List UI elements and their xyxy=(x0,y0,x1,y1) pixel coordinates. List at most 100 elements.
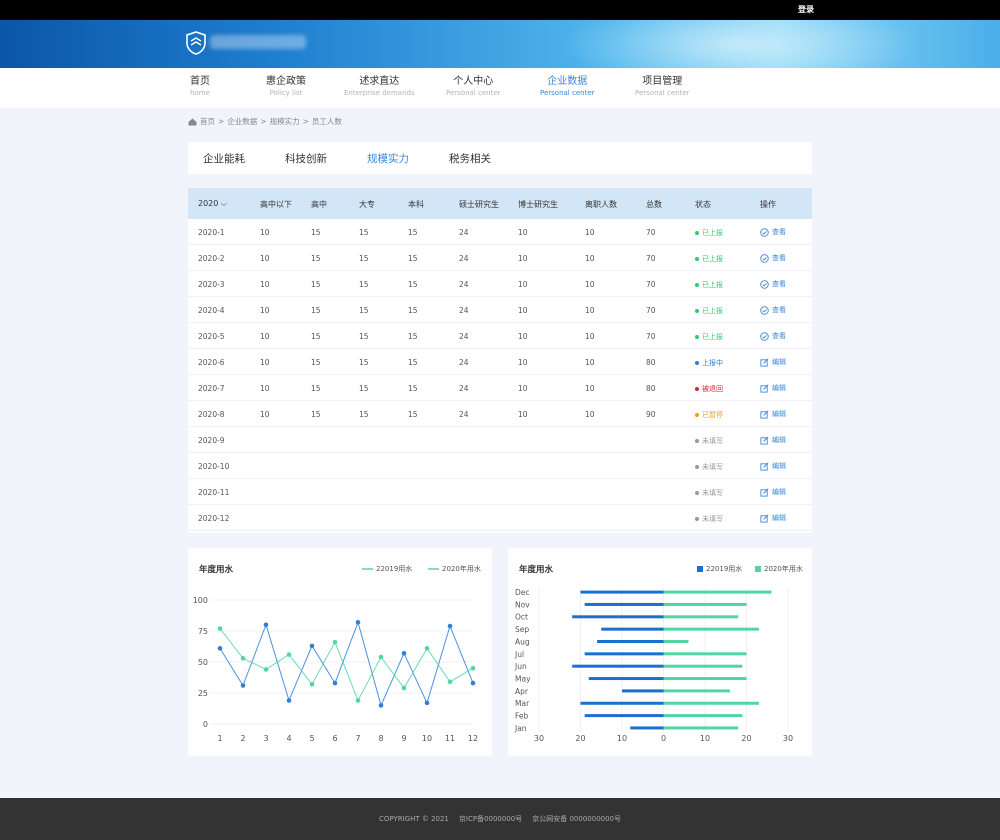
action-label: 查看 xyxy=(772,306,786,314)
value-cell: 10 xyxy=(518,332,528,341)
x-tick-label: 10 xyxy=(422,734,432,743)
year-select[interactable]: 2020 ⌵ xyxy=(198,199,227,209)
edit-button[interactable]: 编辑 xyxy=(760,357,786,367)
police-link[interactable]: 京公网安备 0000000000号 xyxy=(532,814,621,824)
data-point xyxy=(470,680,476,686)
status-dot-icon xyxy=(695,361,699,365)
status-dot-icon xyxy=(695,517,699,521)
x-tick-label: 20 xyxy=(741,734,751,743)
x-tick-label: 20 xyxy=(575,734,585,743)
edit-button[interactable]: 编辑 xyxy=(760,409,786,419)
edit-button[interactable]: 编辑 xyxy=(760,513,786,523)
category-tabs: 企业能耗 科技创新 规模实力 税务相关 xyxy=(188,142,812,174)
bar xyxy=(663,714,743,718)
data-point xyxy=(263,622,269,628)
data-point xyxy=(309,682,315,687)
value-cell: 15 xyxy=(359,358,369,367)
nav-item[interactable]: 述求直达 Enterprise demands xyxy=(344,76,415,98)
status-badge: 已上报 xyxy=(695,254,723,264)
value-cell: 10 xyxy=(260,332,270,341)
edit-icon xyxy=(760,488,769,497)
value-cell: 15 xyxy=(311,228,321,237)
table-row: 2020-3 10 15 15 15 24 10 10 70 已上报 查看 xyxy=(188,271,812,297)
col-header: 大专 xyxy=(359,200,375,209)
tab-scale[interactable]: 规模实力 xyxy=(367,151,409,166)
status-label: 未填写 xyxy=(702,437,723,445)
shield-logo-icon xyxy=(186,31,206,55)
data-point xyxy=(401,651,407,656)
breadcrumb-item[interactable]: 规模实力 xyxy=(270,116,300,127)
value-cell: 24 xyxy=(459,306,469,315)
bar xyxy=(663,627,759,631)
bar xyxy=(663,689,730,693)
x-tick-label: 2 xyxy=(240,734,245,743)
nav-item-label: 个人中心 xyxy=(453,76,494,87)
data-point xyxy=(470,665,476,671)
month-cell: 2020-1 xyxy=(198,228,225,237)
view-button[interactable]: 查看 xyxy=(760,227,786,237)
icp-link[interactable]: 京ICP备0000000号 xyxy=(459,814,522,824)
edit-button[interactable]: 编辑 xyxy=(760,383,786,393)
view-button[interactable]: 查看 xyxy=(760,331,786,341)
nav-item[interactable]: 企业数据 Personal center xyxy=(540,76,595,98)
table-row: 2020-12 未填写 编辑 xyxy=(188,505,812,531)
tab-tax[interactable]: 税务相关 xyxy=(449,151,491,166)
month-cell: 2020-10 xyxy=(198,462,230,471)
x-tick-label: 10 xyxy=(700,734,710,743)
footer: COPYRIGHT © 2021 京ICP备0000000号 京公网安备 000… xyxy=(0,798,1000,840)
nav-item[interactable]: 惠企政策 Policy list xyxy=(266,76,306,98)
view-button[interactable]: 查看 xyxy=(760,279,786,289)
view-button[interactable]: 查看 xyxy=(760,305,786,315)
value-cell: 10 xyxy=(260,280,270,289)
value-cell: 10 xyxy=(518,358,528,367)
edit-button[interactable]: 编辑 xyxy=(760,487,786,497)
view-button[interactable]: 查看 xyxy=(760,253,786,263)
nav-item[interactable]: 项目管理 Personal center xyxy=(635,76,690,98)
chevron-down-icon: ⌵ xyxy=(220,199,227,208)
month-cell: 2020-3 xyxy=(198,280,225,289)
check-circle-icon xyxy=(760,305,769,315)
bar xyxy=(588,677,664,681)
value-cell: 24 xyxy=(459,228,469,237)
value-cell: 15 xyxy=(311,254,321,263)
table-row: 2020-1 10 15 15 15 24 10 10 70 已上报 查看 xyxy=(188,219,812,245)
tab-energy[interactable]: 企业能耗 xyxy=(203,151,245,166)
value-cell: 70 xyxy=(646,332,656,341)
data-point xyxy=(332,639,338,645)
status-badge: 未填写 xyxy=(695,488,723,498)
value-cell: 70 xyxy=(646,254,656,263)
login-link[interactable]: 登录 xyxy=(798,4,814,15)
edit-button[interactable]: 编辑 xyxy=(760,461,786,471)
tab-innovation[interactable]: 科技创新 xyxy=(285,151,327,166)
table-row: 2020-11 未填写 编辑 xyxy=(188,479,812,505)
status-label: 已上报 xyxy=(702,281,723,289)
nav-item[interactable]: 首页 home xyxy=(190,76,210,98)
status-label: 已上报 xyxy=(702,255,723,263)
col-header: 博士研究生 xyxy=(518,200,558,209)
table-row: 2020-10 未填写 编辑 xyxy=(188,453,812,479)
value-cell: 10 xyxy=(585,228,595,237)
value-cell: 10 xyxy=(518,306,528,315)
breadcrumb-item[interactable]: 企业数据 xyxy=(227,116,257,127)
value-cell: 80 xyxy=(646,358,656,367)
x-tick-label: 4 xyxy=(286,734,291,743)
breadcrumb-item[interactable]: 首页 xyxy=(200,116,215,127)
table-row: 2020-9 未填写 编辑 xyxy=(188,427,812,453)
value-cell: 15 xyxy=(359,306,369,315)
nav-item[interactable]: 个人中心 Personal center xyxy=(446,76,501,98)
edit-button[interactable]: 编辑 xyxy=(760,435,786,445)
data-point xyxy=(263,667,269,672)
edit-icon xyxy=(760,436,769,445)
bar-chart: 30 20 10 0 10 20 30 Dec Nov Oct Sep Aug Jul Jun May Apr… xyxy=(514,588,793,743)
bar xyxy=(663,602,747,606)
status-label: 已上报 xyxy=(702,229,723,237)
y-tick-label: 50 xyxy=(198,658,208,667)
month-cell: 2020-12 xyxy=(198,514,230,523)
bar xyxy=(580,590,664,594)
data-point xyxy=(240,655,246,661)
y-category-label: Feb xyxy=(515,712,529,721)
x-tick-label: 12 xyxy=(468,734,478,743)
col-header: 离职人数 xyxy=(585,200,617,209)
y-category-label: Jul xyxy=(514,650,524,659)
action-label: 编辑 xyxy=(772,384,786,392)
